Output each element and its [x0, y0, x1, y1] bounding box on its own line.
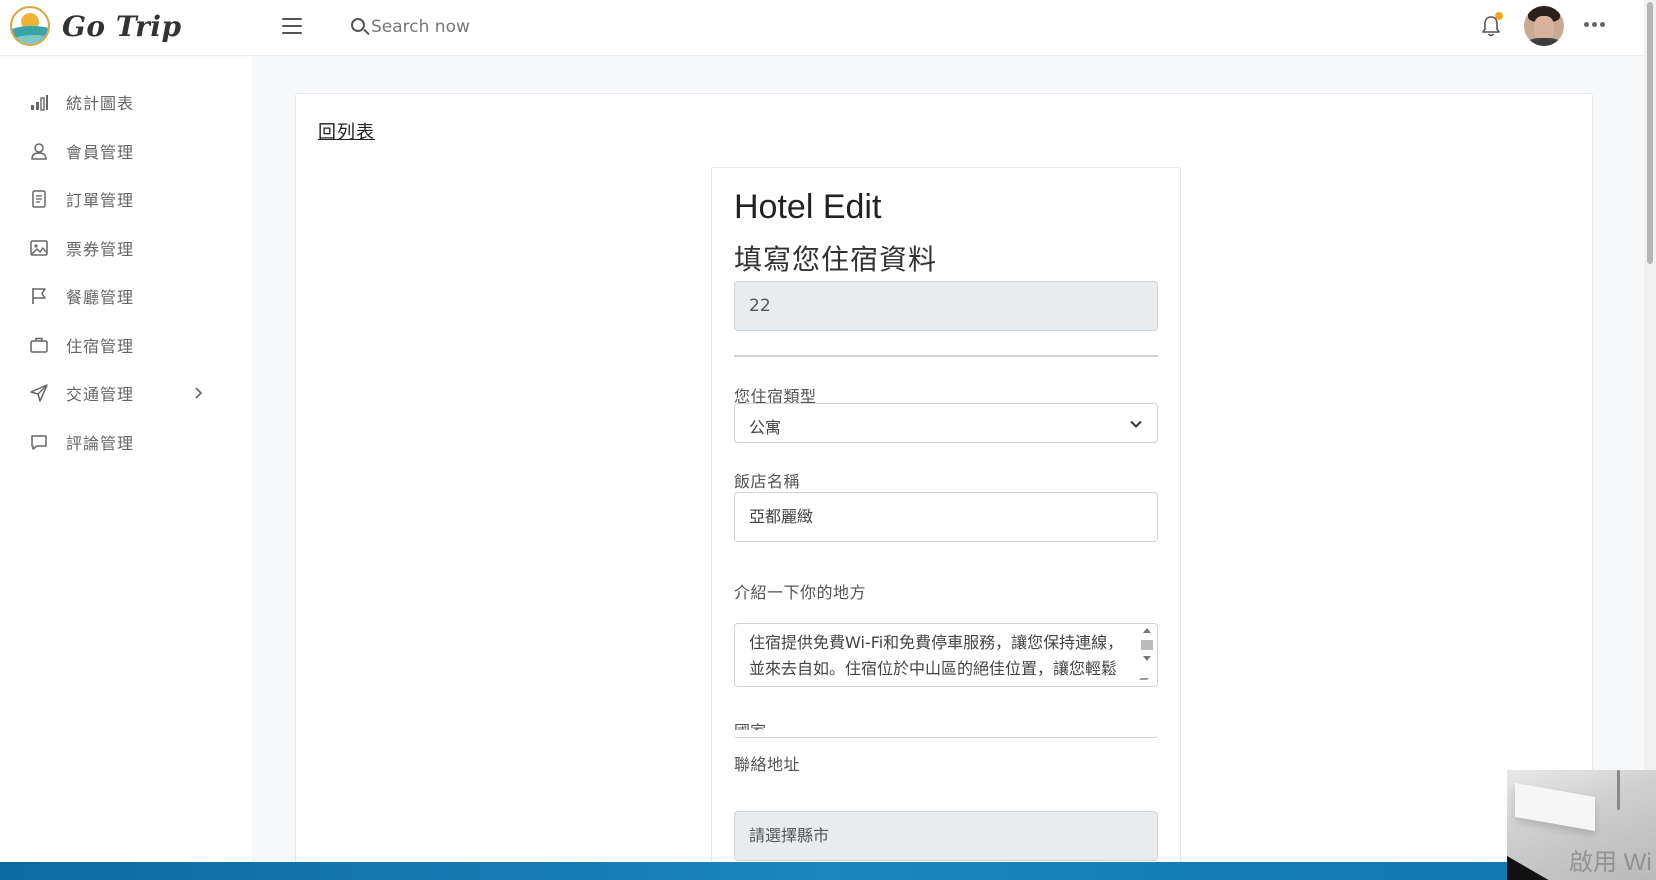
activation-watermark: 啟用 Wi: [1569, 849, 1652, 876]
city-select[interactable]: 請選擇縣市: [734, 811, 1158, 861]
chevron-down-icon: [1129, 416, 1143, 430]
taskbar-strip: [0, 862, 1656, 880]
document-icon: [28, 188, 50, 210]
sidebar-item-label: 住宿管理: [66, 337, 135, 356]
sidebar-item-tickets[interactable]: 票券管理: [28, 233, 208, 263]
address-label: 聯絡地址: [734, 755, 801, 774]
sidebar-item-restaurants[interactable]: 餐廳管理: [28, 281, 208, 311]
message-icon: [28, 431, 50, 453]
user-icon: [28, 140, 50, 162]
sidebar-item-statistics[interactable]: 統計圖表: [28, 87, 208, 117]
sidebar-item-reviews[interactable]: 評論管理: [28, 427, 208, 457]
notification-dot: [1495, 12, 1503, 20]
app-name: Go Trip: [62, 9, 182, 43]
webcam-overlay: 啟用 Wi: [1507, 770, 1656, 880]
textarea-scrollbar[interactable]: [1139, 628, 1155, 684]
briefcase-icon: [28, 334, 50, 356]
more-options-icon[interactable]: [1584, 22, 1605, 27]
send-icon: [28, 382, 50, 404]
sidebar-item-orders[interactable]: 訂單管理: [28, 184, 208, 214]
sidebar-item-label: 評論管理: [66, 434, 135, 453]
sidebar-item-label: 餐廳管理: [66, 288, 135, 307]
chevron-right-icon[interactable]: [188, 383, 208, 403]
search-icon[interactable]: [350, 17, 370, 37]
image-icon: [28, 237, 50, 259]
notification-bell-icon[interactable]: [1480, 12, 1503, 38]
type-select[interactable]: 公寓: [734, 403, 1158, 443]
form-title: Hotel Edit: [734, 188, 882, 226]
sidebar: 統計圖表 會員管理 訂單管理 票券管理 餐廳管理 住宿管理 交通管理 評論管理: [0, 57, 252, 880]
intro-textarea[interactable]: 住宿提供免費Wi-Fi和免費停車服務，讓您保持連線，並來去自如。住宿位於中山區的…: [734, 623, 1158, 687]
flag-icon: [28, 285, 50, 307]
page-scrollbar[interactable]: [1644, 0, 1656, 820]
search-input[interactable]: [371, 17, 621, 37]
bar-chart-icon: [28, 91, 50, 113]
logo-icon: [10, 6, 50, 46]
sidebar-item-accommodation[interactable]: 住宿管理: [28, 330, 208, 360]
intro-label: 介紹一下你的地方: [734, 583, 867, 602]
divider: [734, 355, 1158, 357]
sidebar-item-label: 訂單管理: [66, 191, 135, 210]
page-scrollbar-thumb[interactable]: [1647, 2, 1653, 264]
hotel-id-field: 22: [734, 281, 1158, 331]
hotel-name-label: 飯店名稱: [734, 472, 801, 491]
sidebar-item-label: 交通管理: [66, 385, 135, 404]
hotel-edit-form: Hotel Edit 填寫您住宿資料 22 您住宿類型 公寓 飯店名稱 亞都麗緻…: [711, 167, 1181, 880]
menu-toggle-icon[interactable]: [282, 18, 302, 34]
country-field[interactable]: [734, 728, 1158, 738]
sidebar-item-label: 統計圖表: [66, 94, 135, 113]
sidebar-item-members[interactable]: 會員管理: [28, 136, 208, 166]
sidebar-item-label: 會員管理: [66, 143, 135, 162]
sidebar-item-label: 票券管理: [66, 240, 135, 259]
intro-text: 住宿提供免費Wi-Fi和免費停車服務，讓您保持連線，並來去自如。住宿位於中山區的…: [749, 633, 1124, 686]
type-select-value: 公寓: [749, 418, 782, 437]
app-logo[interactable]: Go Trip: [10, 6, 182, 46]
hotel-name-input[interactable]: 亞都麗緻: [734, 492, 1158, 542]
back-to-list-link[interactable]: 回列表: [318, 118, 375, 144]
search-bar: [350, 12, 621, 42]
main-card: 回列表 Hotel Edit 填寫您住宿資料 22 您住宿類型 公寓 飯店名稱 …: [295, 93, 1593, 880]
top-header: Go Trip: [0, 0, 1656, 56]
sidebar-item-transport[interactable]: 交通管理: [28, 378, 208, 408]
form-subtitle: 填寫您住宿資料: [734, 243, 938, 276]
user-avatar[interactable]: [1524, 6, 1564, 46]
